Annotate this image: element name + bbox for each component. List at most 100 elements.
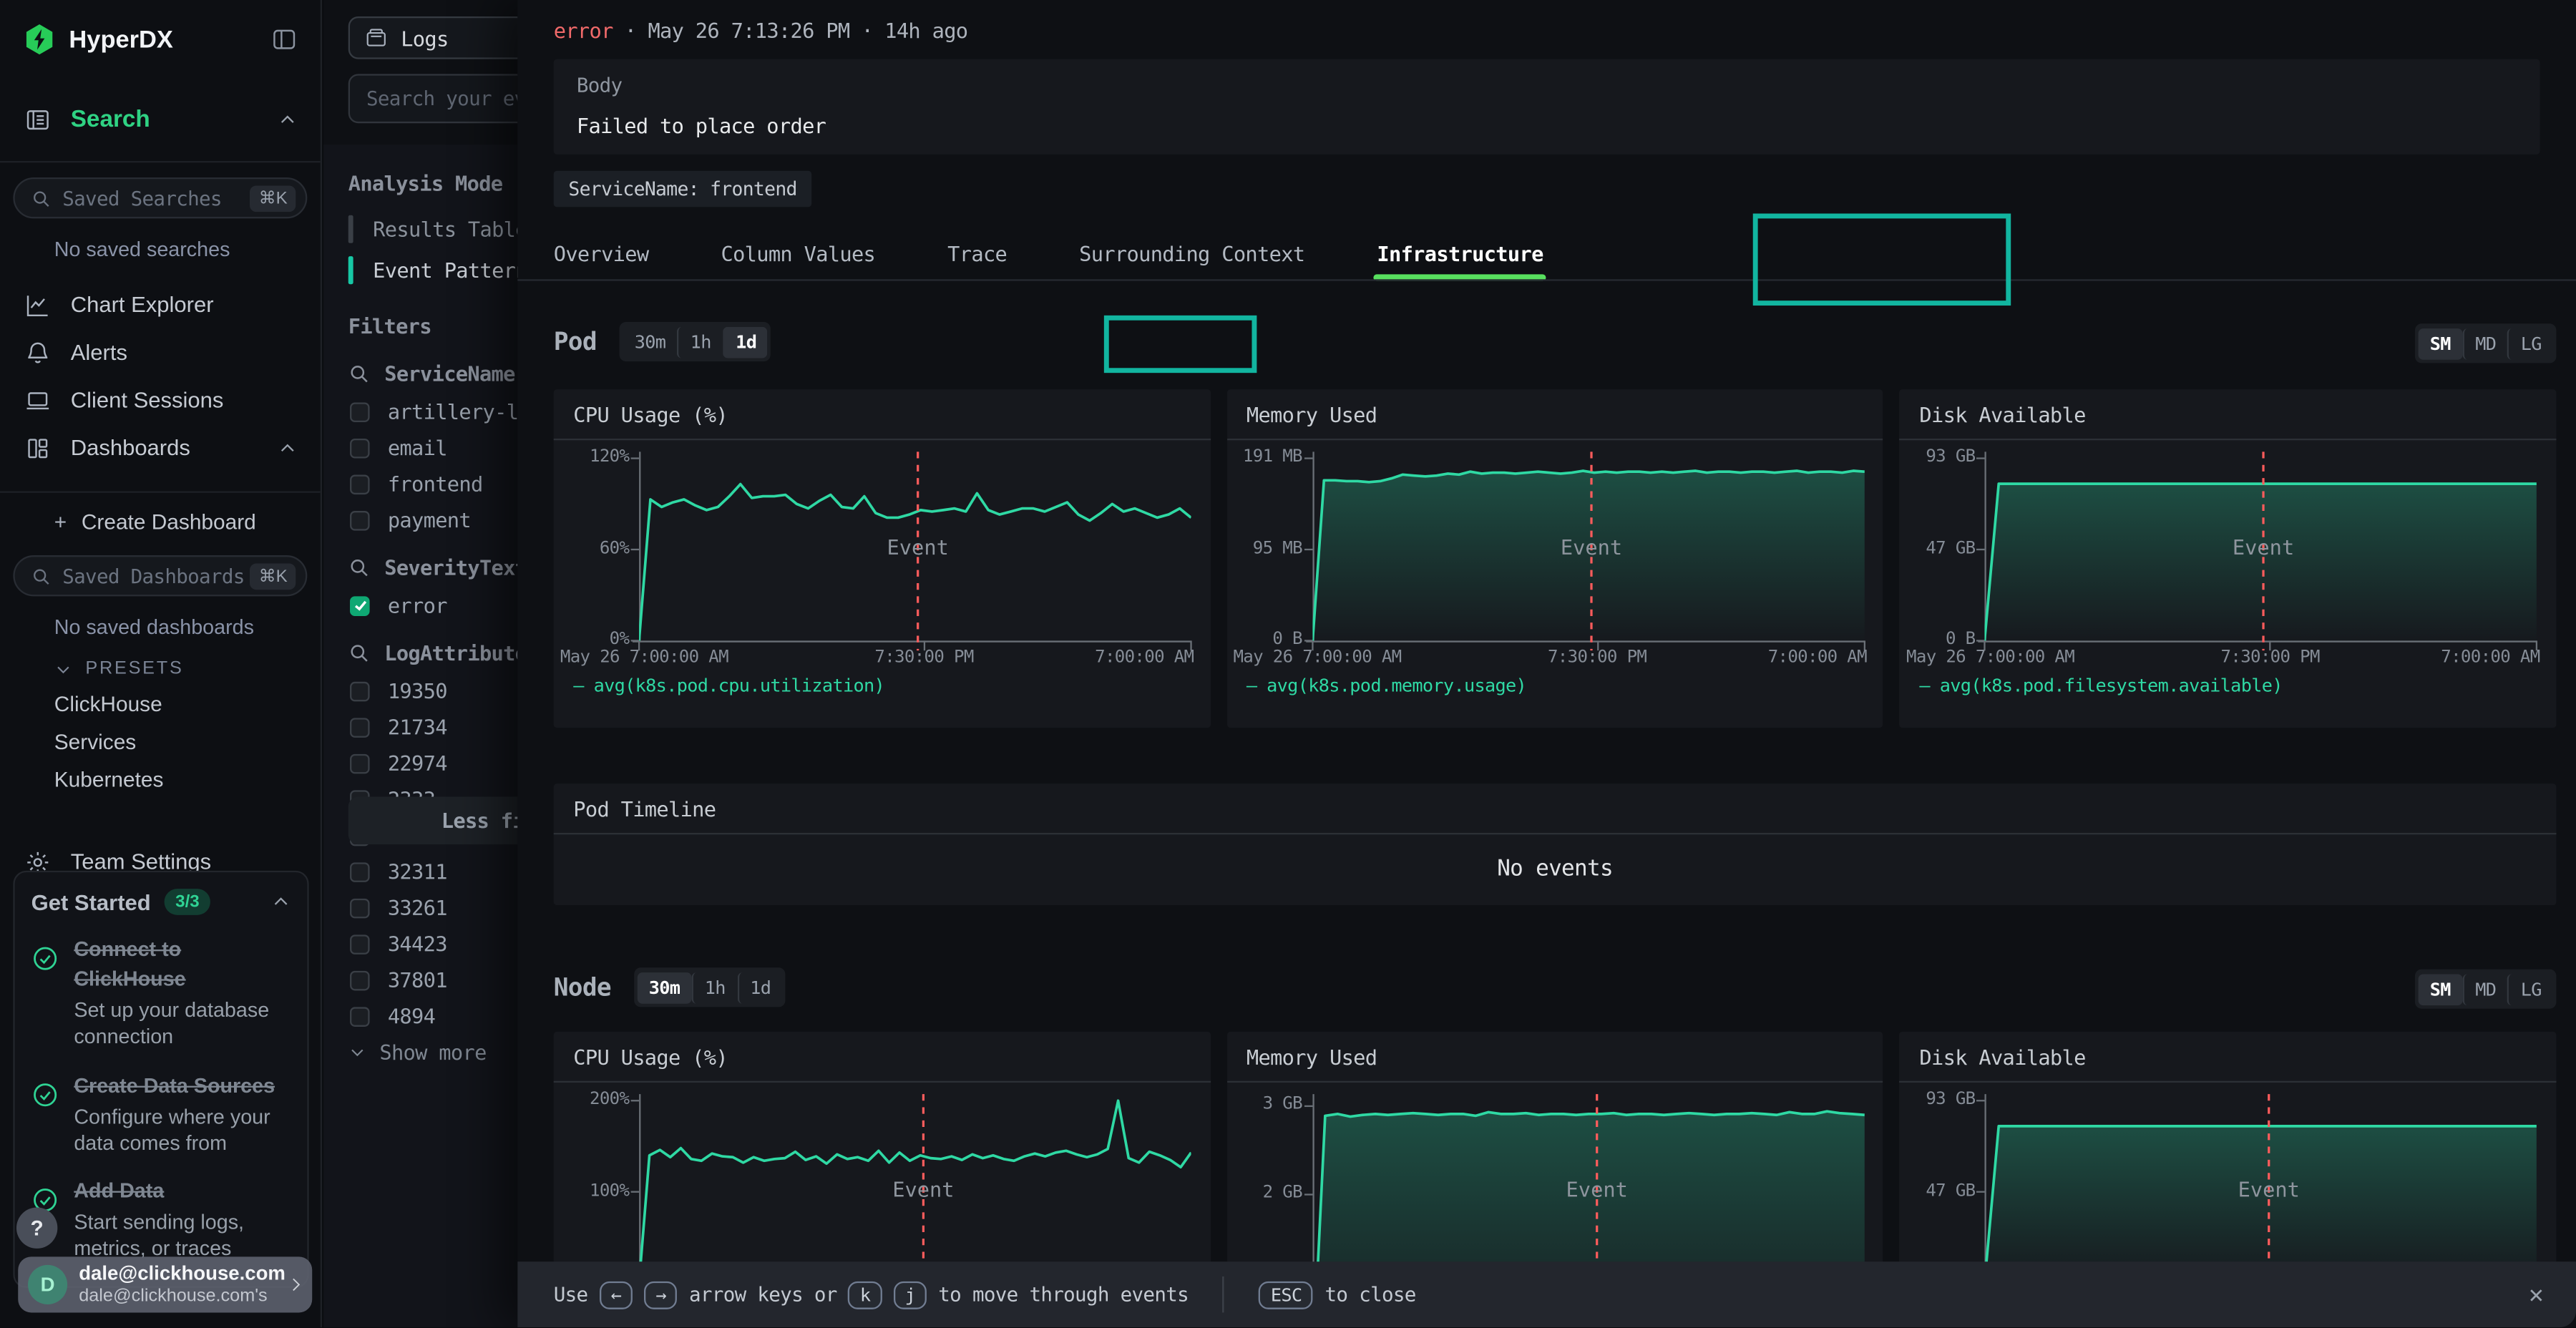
filter-checkbox[interactable]	[350, 934, 370, 954]
filter-checkbox[interactable]	[350, 474, 370, 494]
get-started-step[interactable]: Create Data SourcesConfigure where your …	[31, 1070, 291, 1157]
filter-checkbox[interactable]	[350, 681, 370, 701]
collapse-sidebar-icon[interactable]	[271, 26, 298, 53]
pod-size-sm[interactable]: SM	[2419, 328, 2462, 359]
j-key[interactable]: j	[894, 1281, 927, 1309]
shortcut-badge: ⌘K	[250, 562, 296, 589]
filter-checkbox[interactable]	[350, 970, 370, 990]
get-started-title: Get Started	[31, 889, 151, 914]
chart-plot-area: Event191 MB95 MB0 BMay 26 7:00:00 AM7:30…	[1226, 451, 1883, 665]
app: HyperDX Search Saved Searches ⌘K No save…	[0, 0, 2576, 1328]
sidebar-item-label: Chart Explorer	[71, 293, 298, 317]
check-circle-icon	[31, 934, 74, 1050]
sidebar-item-label: Client Sessions	[71, 388, 298, 412]
filter-label: email	[388, 435, 447, 459]
chevron-up-icon[interactable]	[278, 438, 298, 458]
saved-searches-placeholder: Saved Searches	[62, 187, 250, 210]
pod-size-md[interactable]: MD	[2462, 328, 2507, 359]
right-arrow-key[interactable]: →	[644, 1281, 678, 1309]
filter-checkbox[interactable]	[350, 861, 370, 882]
left-arrow-key[interactable]: ←	[600, 1281, 633, 1309]
tab-surrounding-context[interactable]: Surrounding Context	[1079, 241, 1304, 265]
filter-checkbox[interactable]	[350, 753, 370, 773]
chevron-up-icon[interactable]	[278, 110, 298, 130]
search-icon	[31, 566, 52, 586]
search-icon	[348, 557, 370, 578]
node-size-lg[interactable]: LG	[2507, 973, 2552, 1005]
sidebar-item-alerts[interactable]: Alerts	[0, 328, 321, 376]
y-axis-label: 93 GB	[1903, 1090, 1975, 1110]
get-started-step[interactable]: Connect to ClickHouseSet up your databas…	[31, 934, 291, 1050]
tab-overview[interactable]: Overview	[554, 241, 649, 265]
tab-trace[interactable]: Trace	[947, 241, 1007, 265]
severity-badge: error	[554, 18, 613, 42]
chart-card-pod-disk: Disk AvailableEvent93 GB47 GB0 BMay 26 7…	[1900, 389, 2557, 728]
y-axis-label: 93 GB	[1903, 449, 1975, 468]
pod-range-1d[interactable]: 1d	[723, 326, 768, 358]
create-dashboard-button[interactable]: +Create Dashboard	[0, 503, 321, 541]
event-marker-label: Event	[1560, 535, 1621, 560]
filter-label: 32311	[388, 859, 447, 884]
service-name-chip[interactable]: ServiceName: frontend	[554, 171, 812, 208]
tab-column-values[interactable]: Column Values	[721, 241, 875, 265]
filter-checkbox[interactable]	[350, 510, 370, 530]
node-range-30m[interactable]: 30m	[638, 972, 692, 1003]
x-axis-label: 7:30:00 PM	[874, 648, 973, 668]
filter-label: frontend	[388, 472, 483, 496]
filter-checkbox[interactable]	[350, 401, 370, 421]
node-size-sm[interactable]: SM	[2419, 973, 2462, 1005]
plus-icon: +	[54, 509, 67, 534]
filter-label: 22974	[388, 751, 447, 775]
user-chip[interactable]: D dale@clickhouse.com dale@clickhouse.co…	[18, 1256, 312, 1312]
chart-title: CPU Usage (%)	[554, 389, 1211, 440]
mode-indicator-bar	[348, 215, 353, 243]
get-started-step[interactable]: Add DataStart sending logs, metrics, or …	[31, 1176, 291, 1263]
filter-checkbox[interactable]	[350, 898, 370, 918]
x-axis-label: 7:00:00 AM	[1095, 648, 1194, 668]
node-chart-size-picker: SMMDLG	[2415, 970, 2556, 1009]
pod-range-30m[interactable]: 30m	[623, 326, 678, 358]
saved-searches-input[interactable]: Saved Searches ⌘K	[13, 177, 307, 218]
event-detail-panel: error · May 26 7:13:26 PM · 14h ago Body…	[517, 0, 2576, 1328]
filter-checkbox[interactable]	[350, 438, 370, 458]
sidebar-item-client-sessions[interactable]: Client Sessions	[0, 376, 321, 424]
node-range-1h[interactable]: 1h	[691, 972, 736, 1003]
sidebar-item-services[interactable]: Services	[0, 723, 321, 761]
saved-dashboards-input[interactable]: Saved Dashboards ⌘K	[13, 555, 307, 596]
source-selector-button[interactable]: Logs	[348, 16, 546, 59]
sidebar-item-clickhouse[interactable]: ClickHouse	[0, 685, 321, 723]
source-label: Logs	[401, 26, 448, 50]
chart-title: CPU Usage (%)	[554, 1032, 1211, 1083]
presets-toggle[interactable]: PRESETS	[0, 645, 321, 685]
close-icon[interactable]: ✕	[2529, 1280, 2543, 1309]
sidebar-item-kubernetes[interactable]: Kubernetes	[0, 761, 321, 799]
search-section-icon	[23, 106, 51, 134]
chart-card-pod-cpu: CPU Usage (%)Event120%60%0%May 26 7:00:0…	[554, 389, 1211, 728]
search-icon	[348, 643, 370, 664]
help-button[interactable]: ?	[16, 1207, 57, 1248]
filter-checkbox[interactable]	[350, 717, 370, 737]
esc-key[interactable]: ESC	[1259, 1281, 1314, 1309]
pod-range-1h[interactable]: 1h	[677, 326, 722, 358]
event-timestamp: May 26 7:13:26 PM	[648, 18, 849, 42]
chevron-down-icon	[54, 660, 72, 678]
node-range-1d[interactable]: 1d	[737, 972, 782, 1003]
filter-checkbox[interactable]	[350, 595, 370, 615]
pod-size-lg[interactable]: LG	[2507, 328, 2552, 359]
k-key[interactable]: k	[849, 1281, 882, 1309]
search-icon	[348, 363, 370, 384]
series-line	[639, 484, 1191, 641]
sidebar-item-search[interactable]: Search	[0, 92, 321, 148]
sidebar-item-chart-explorer[interactable]: Chart Explorer	[0, 281, 321, 329]
pod-timeline-empty-text: No events	[554, 834, 2557, 903]
filter-checkbox[interactable]	[350, 1006, 370, 1026]
node-time-range-picker: 30m1h1d	[634, 967, 786, 1007]
sidebar-item-dashboards[interactable]: Dashboards	[0, 424, 321, 472]
step-desc: Configure where your data comes from	[74, 1103, 291, 1157]
shortcut-badge: ⌘K	[250, 185, 296, 211]
tab-infrastructure[interactable]: Infrastructure	[1377, 241, 1543, 265]
node-size-md[interactable]: MD	[2462, 973, 2507, 1005]
chevron-up-icon[interactable]	[271, 892, 291, 912]
user-email: dale@clickhouse.com	[79, 1263, 286, 1286]
avatar: D	[28, 1265, 67, 1304]
